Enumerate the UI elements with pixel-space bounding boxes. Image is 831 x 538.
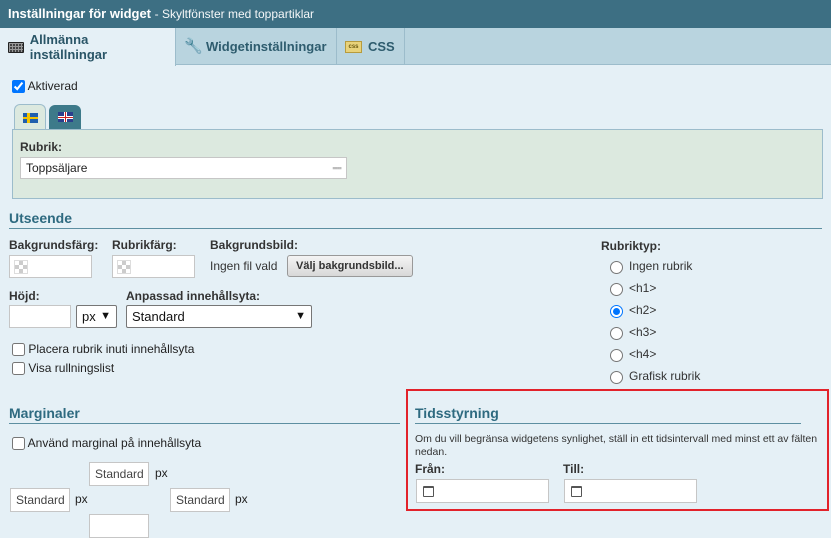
- chevron-down-icon: ▼: [100, 310, 111, 322]
- enabled-label: Aktiverad: [27, 79, 78, 93]
- content-area-select[interactable]: Standard ▼: [126, 305, 312, 328]
- margin-left-placeholder: Standard: [16, 493, 65, 507]
- content-area-label: Anpassad innehållsyta:: [126, 289, 261, 303]
- enabled-row: Aktiverad: [12, 79, 78, 94]
- bg-color-picker[interactable]: [9, 255, 92, 278]
- radio-h1[interactable]: [610, 283, 623, 296]
- margin-right-input[interactable]: Standard: [170, 488, 230, 512]
- show-scrollbar-checkbox[interactable]: [12, 362, 25, 376]
- heading-panel: Rubrik: Toppsäljare ▪▪▪▪: [12, 129, 823, 199]
- window-title: Inställningar för widget: [8, 6, 152, 21]
- radio-label: <h3>: [629, 325, 657, 339]
- transparent-swatch-icon: [14, 260, 28, 274]
- radio-label: Ingen rubrik: [629, 259, 693, 273]
- radio-label: <h1>: [629, 281, 657, 295]
- margin-top-placeholder: Standard: [95, 467, 144, 481]
- calendar-icon: [571, 486, 582, 497]
- radio-label: Grafisk rubrik: [629, 369, 701, 383]
- heading-input-value: Toppsäljare: [26, 161, 88, 175]
- from-label: Från:: [415, 462, 445, 476]
- chevron-down-icon: ▼: [295, 310, 306, 322]
- language-tab-swedish[interactable]: [14, 104, 46, 130]
- heading-label: Rubrik:: [20, 140, 62, 154]
- tab-label: Allmänna inställningar: [29, 32, 108, 62]
- to-date-input[interactable]: [564, 479, 697, 503]
- wrench-icon: 🔧: [184, 37, 203, 55]
- uk-flag-icon: [57, 112, 73, 122]
- content-area-value: Standard: [132, 309, 185, 324]
- radio-label: <h2>: [629, 303, 657, 317]
- tab-css[interactable]: css CSS: [337, 28, 405, 65]
- place-heading-label: Placera rubrik inuti innehållsyta: [28, 342, 195, 356]
- height-unit-select[interactable]: px ▼: [76, 305, 117, 328]
- choose-bg-image-button[interactable]: Välj bakgrundsbild...: [287, 255, 413, 277]
- tab-widget-settings[interactable]: 🔧 Widgetinställningar: [176, 28, 337, 65]
- heading-input[interactable]: Toppsäljare ▪▪▪▪: [20, 157, 347, 179]
- place-heading-row: Placera rubrik inuti innehållsyta: [12, 342, 195, 357]
- margins-section-title: Marginaler: [9, 405, 400, 424]
- radio-h3[interactable]: [610, 327, 623, 340]
- radio-h2[interactable]: [610, 305, 623, 318]
- css-file-icon: css: [345, 40, 362, 53]
- use-margin-label: Använd marginal på innehållsyta: [27, 436, 202, 450]
- from-date-input[interactable]: [416, 479, 549, 503]
- scheduling-section-title: Tidsstyrning: [415, 405, 801, 424]
- radio-h4[interactable]: [610, 349, 623, 362]
- height-unit-value: px: [82, 309, 96, 324]
- margin-right-placeholder: Standard: [176, 493, 225, 507]
- radio-no-heading[interactable]: [610, 261, 623, 274]
- calendar-icon: [423, 486, 434, 497]
- scheduling-panel: Tidsstyrning Om du vill begränsa widgete…: [406, 389, 829, 511]
- radio-graphic-heading[interactable]: [610, 371, 623, 384]
- margin-unit: px: [155, 466, 168, 480]
- appearance-section-title: Utseende: [9, 210, 822, 229]
- show-scrollbar-label: Visa rullningslist: [28, 361, 115, 375]
- use-margin-checkbox[interactable]: [12, 437, 25, 451]
- enabled-checkbox[interactable]: [12, 80, 25, 94]
- bg-image-label: Bakgrundsbild:: [210, 238, 299, 252]
- show-scrollbar-row: Visa rullningslist: [12, 361, 115, 376]
- language-tab-english[interactable]: [49, 105, 81, 129]
- window-titlebar: Inställningar för widget - Skyltfönster …: [0, 0, 831, 28]
- margin-left-input[interactable]: Standard: [10, 488, 70, 512]
- use-margin-row: Använd marginal på innehållsyta: [12, 436, 202, 451]
- keyboard-icon: [8, 41, 24, 53]
- swedish-flag-icon: [22, 112, 38, 123]
- margin-unit: px: [235, 492, 248, 506]
- tab-label: CSS: [368, 39, 395, 54]
- heading-color-label: Rubrikfärg:: [112, 238, 177, 252]
- margin-bottom-input[interactable]: [89, 514, 149, 538]
- heading-type-label: Rubriktyp:: [601, 239, 661, 253]
- scheduling-description: Om du vill begränsa widgetens synlighet,…: [415, 433, 818, 458]
- bg-color-label: Bakgrundsfärg:: [9, 238, 99, 252]
- no-file-text: Ingen fil vald: [210, 259, 278, 273]
- window-subtitle: - Skyltfönster med toppartiklar: [154, 7, 315, 21]
- drag-handle-icon: ▪▪▪▪: [332, 163, 342, 173]
- tab-general-settings[interactable]: Allmänna inställningar: [0, 28, 176, 66]
- margin-unit: px: [75, 492, 88, 506]
- height-label: Höjd:: [9, 289, 40, 303]
- tab-label: Widgetinställningar: [206, 39, 327, 54]
- transparent-swatch-icon: [117, 260, 131, 274]
- height-input[interactable]: [9, 305, 71, 328]
- margin-top-input[interactable]: Standard: [89, 462, 149, 486]
- to-label: Till:: [563, 462, 585, 476]
- heading-color-picker[interactable]: [112, 255, 195, 278]
- place-heading-checkbox[interactable]: [12, 343, 25, 357]
- radio-label: <h4>: [629, 347, 657, 361]
- tab-bar: Allmänna inställningar 🔧 Widgetinställni…: [0, 28, 831, 66]
